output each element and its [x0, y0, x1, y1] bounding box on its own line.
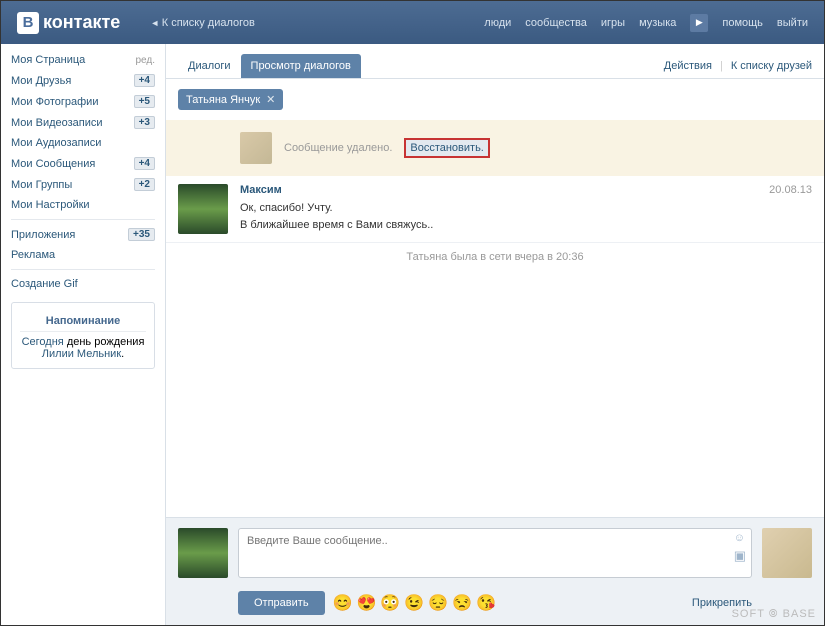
sidebar-item-settings[interactable]: Мои Настройки [1, 195, 165, 215]
emoji-icon[interactable]: 😘 [476, 593, 496, 613]
divider [11, 269, 155, 270]
actions-link[interactable]: Действия [664, 60, 712, 72]
sidebar: Моя Страница ред. Мои Друзья +4 Мои Фотогр… [1, 44, 165, 625]
reminder-name-link[interactable]: Лилии Мельник [42, 348, 121, 360]
reminder-today-link[interactable]: Сегодня [22, 336, 64, 348]
sidebar-item-label: Мои Настройки [11, 199, 90, 211]
nav-people[interactable]: люди [484, 17, 511, 29]
sidebar-item-label: Мои Друзья [11, 75, 71, 87]
emoji-icon[interactable]: 😍 [356, 593, 376, 613]
message-body: Ок, спасибо! Учту. В ближайшее время с В… [240, 200, 812, 233]
emoji-icon[interactable]: 😉 [404, 593, 424, 613]
top-nav: люди сообщества игры музыка ▶ помощь вый… [484, 14, 808, 32]
tabs-row: Диалоги Просмотр диалогов Действия | К с… [166, 44, 824, 79]
sidebar-item-label: Моя Страница [11, 54, 85, 66]
watermark: SOFT ⦾ BASE [732, 608, 816, 621]
user-tag: Татьяна Янчук ✕ [178, 89, 283, 110]
nav-logout[interactable]: выйти [777, 17, 808, 29]
tab-dialogs[interactable]: Диалоги [178, 54, 241, 78]
camera-icon[interactable]: ▣ [734, 548, 746, 564]
deleted-message-row: Сообщение удалено. Восстановить. [166, 120, 824, 176]
emoji-icon[interactable]: 😳 [380, 593, 400, 613]
badge: +4 [134, 74, 155, 87]
avatar[interactable] [178, 184, 228, 234]
sidebar-item-label: Мои Сообщения [11, 158, 95, 170]
divider [11, 219, 155, 220]
badge: +4 [134, 157, 155, 170]
user-tag-row: Татьяна Янчук ✕ [166, 79, 824, 120]
badge: +5 [134, 95, 155, 108]
sidebar-item-videos[interactable]: Мои Видеозаписи +3 [1, 112, 165, 133]
emoji-icon[interactable]: 😔 [428, 593, 448, 613]
badge: +2 [134, 178, 155, 191]
sidebar-item-label: Мои Фотографии [11, 96, 98, 108]
sidebar-item-gif[interactable]: Создание Gif [1, 274, 165, 294]
messages-area: Сообщение удалено. Восстановить. Максим … [166, 120, 824, 517]
message-date: 20.08.13 [769, 184, 812, 196]
logo-text: контакте [43, 12, 120, 33]
logo-icon: B [17, 12, 39, 34]
sidebar-item-friends[interactable]: Мои Друзья +4 [1, 70, 165, 91]
sidebar-item-messages[interactable]: Мои Сообщения +4 [1, 153, 165, 174]
sidebar-item-label: Приложения [11, 229, 75, 241]
sidebar-item-audio[interactable]: Мои Аудиозаписи [1, 133, 165, 153]
sidebar-item-ads[interactable]: Реклама [1, 245, 165, 265]
badge: +35 [128, 228, 155, 241]
sidebar-item-label: Мои Видеозаписи [11, 117, 103, 129]
restore-button[interactable]: Восстановить. [404, 138, 490, 158]
badge: +3 [134, 116, 155, 129]
last-seen-text: Татьяна была в сети вчера в 20:36 [166, 242, 824, 271]
play-icon[interactable]: ▶ [690, 14, 708, 32]
reminder-box: Напоминание Сегодня день рождения Лилии … [11, 302, 155, 369]
message-author[interactable]: Максим [240, 184, 282, 196]
close-icon[interactable]: ✕ [266, 93, 275, 106]
back-to-dialogs-link[interactable]: К списку диалогов [150, 17, 255, 29]
tab-view-dialogs[interactable]: Просмотр диалогов [241, 54, 361, 78]
emoji-icon[interactable]: 😊 [333, 593, 353, 613]
edit-link[interactable]: ред. [135, 55, 155, 66]
logo[interactable]: B контакте [17, 12, 120, 34]
nav-communities[interactable]: сообщества [525, 17, 587, 29]
message-input[interactable] [238, 528, 752, 578]
send-button[interactable]: Отправить [238, 591, 325, 615]
sidebar-item-groups[interactable]: Мои Группы +2 [1, 174, 165, 195]
message-row: Максим 20.08.13 Ок, спасибо! Учту. В бли… [166, 176, 824, 242]
reminder-title: Напоминание [20, 311, 146, 332]
deleted-text: Сообщение удалено. [284, 142, 392, 154]
avatar[interactable] [240, 132, 272, 164]
nav-help[interactable]: помощь [722, 17, 763, 29]
header: B контакте К списку диалогов люди сообще… [1, 1, 824, 44]
friends-list-link[interactable]: К списку друзей [731, 60, 812, 72]
recipient-avatar[interactable] [762, 528, 812, 578]
sidebar-item-label: Мои Группы [11, 179, 72, 191]
sidebar-item-label: Создание Gif [11, 278, 78, 290]
reminder-body: Сегодня день рождения Лилии Мельник. [20, 336, 146, 360]
sidebar-item-photos[interactable]: Мои Фотографии +5 [1, 91, 165, 112]
emoji-list: 😊 😍 😳 😉 😔 😒 😘 [333, 593, 496, 613]
nav-music[interactable]: музыка [639, 17, 676, 29]
my-avatar[interactable] [178, 528, 228, 578]
user-tag-label: Татьяна Янчук [186, 94, 260, 106]
sidebar-item-label: Мои Аудиозаписи [11, 137, 101, 149]
emoji-icon[interactable]: ☺ [734, 532, 746, 544]
nav-games[interactable]: игры [601, 17, 625, 29]
compose-area: ☺ ▣ Отправить 😊 😍 😳 😉 😔 😒 😘 Прикре [166, 517, 824, 625]
emoji-icon[interactable]: 😒 [452, 593, 472, 613]
sidebar-item-apps[interactable]: Приложения +35 [1, 224, 165, 245]
sidebar-item-label: Реклама [11, 249, 55, 261]
main-content: Диалоги Просмотр диалогов Действия | К с… [165, 44, 824, 625]
sidebar-item-my-page[interactable]: Моя Страница ред. [1, 50, 165, 70]
